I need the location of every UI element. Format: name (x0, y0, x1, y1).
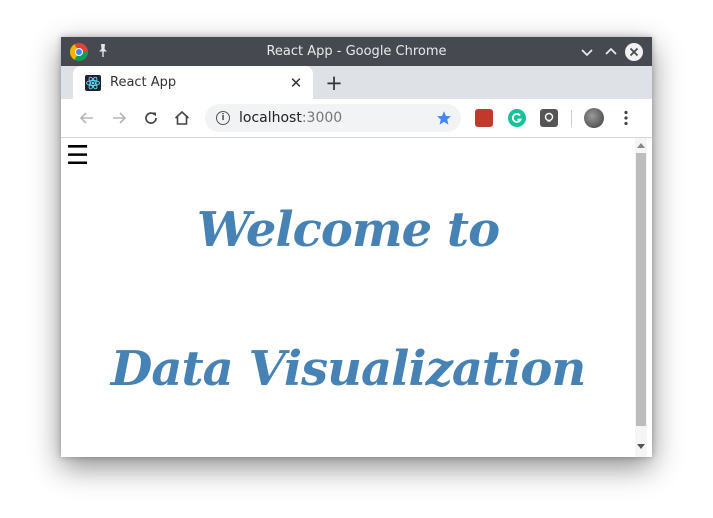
chrome-logo-icon (70, 43, 88, 61)
url-port: :3000 (301, 110, 343, 126)
browser-window: React App - Google Chrome React App ✕ + … (61, 37, 652, 457)
maximize-chevron-up-icon[interactable] (602, 43, 620, 61)
data-visualization-heading: Data Visualization (110, 341, 587, 397)
site-info-icon[interactable]: i (216, 111, 230, 125)
minimize-chevron-down-icon[interactable] (578, 43, 596, 61)
reload-icon[interactable] (142, 109, 160, 127)
react-favicon-icon (85, 75, 101, 91)
url-host: localhost (239, 110, 302, 126)
scroll-up-arrow-icon[interactable] (637, 143, 645, 148)
window-title: React App - Google Chrome (266, 44, 447, 59)
tab-title: React App (110, 75, 177, 90)
tab-react-app[interactable]: React App ✕ (73, 66, 313, 99)
close-icon (629, 47, 639, 57)
scroll-thumb[interactable] (636, 153, 646, 426)
hamburger-menu-icon[interactable]: ☰ (66, 143, 90, 169)
tab-close-icon[interactable]: ✕ (288, 75, 304, 91)
grammarly-extension-icon[interactable] (508, 109, 526, 127)
tab-strip: React App ✕ + (61, 66, 652, 99)
forward-arrow-icon[interactable] (110, 109, 128, 127)
extension-red-icon[interactable] (475, 109, 493, 127)
vertical-scrollbar[interactable] (635, 138, 647, 457)
toolbar-divider (571, 110, 572, 127)
pin-icon[interactable] (95, 42, 111, 60)
window-close-button[interactable] (625, 43, 643, 61)
back-arrow-icon[interactable] (78, 109, 96, 127)
scroll-down-arrow-icon[interactable] (637, 444, 645, 449)
more-menu-icon[interactable] (621, 109, 631, 127)
welcome-heading: Welcome to (196, 202, 500, 258)
title-bar[interactable]: React App - Google Chrome (61, 37, 652, 66)
profile-avatar[interactable] (584, 108, 604, 128)
address-bar[interactable]: i localhost:3000 (205, 104, 461, 132)
page-viewport: ☰ Welcome to Data Visualization (61, 138, 652, 457)
browser-toolbar: i localhost:3000 (61, 99, 652, 138)
new-tab-button[interactable]: + (323, 72, 345, 94)
bookmark-star-icon[interactable] (436, 110, 452, 126)
url-text: localhost:3000 (239, 104, 342, 132)
home-icon[interactable] (173, 109, 191, 127)
lightbulb-extension-icon[interactable] (540, 109, 558, 127)
